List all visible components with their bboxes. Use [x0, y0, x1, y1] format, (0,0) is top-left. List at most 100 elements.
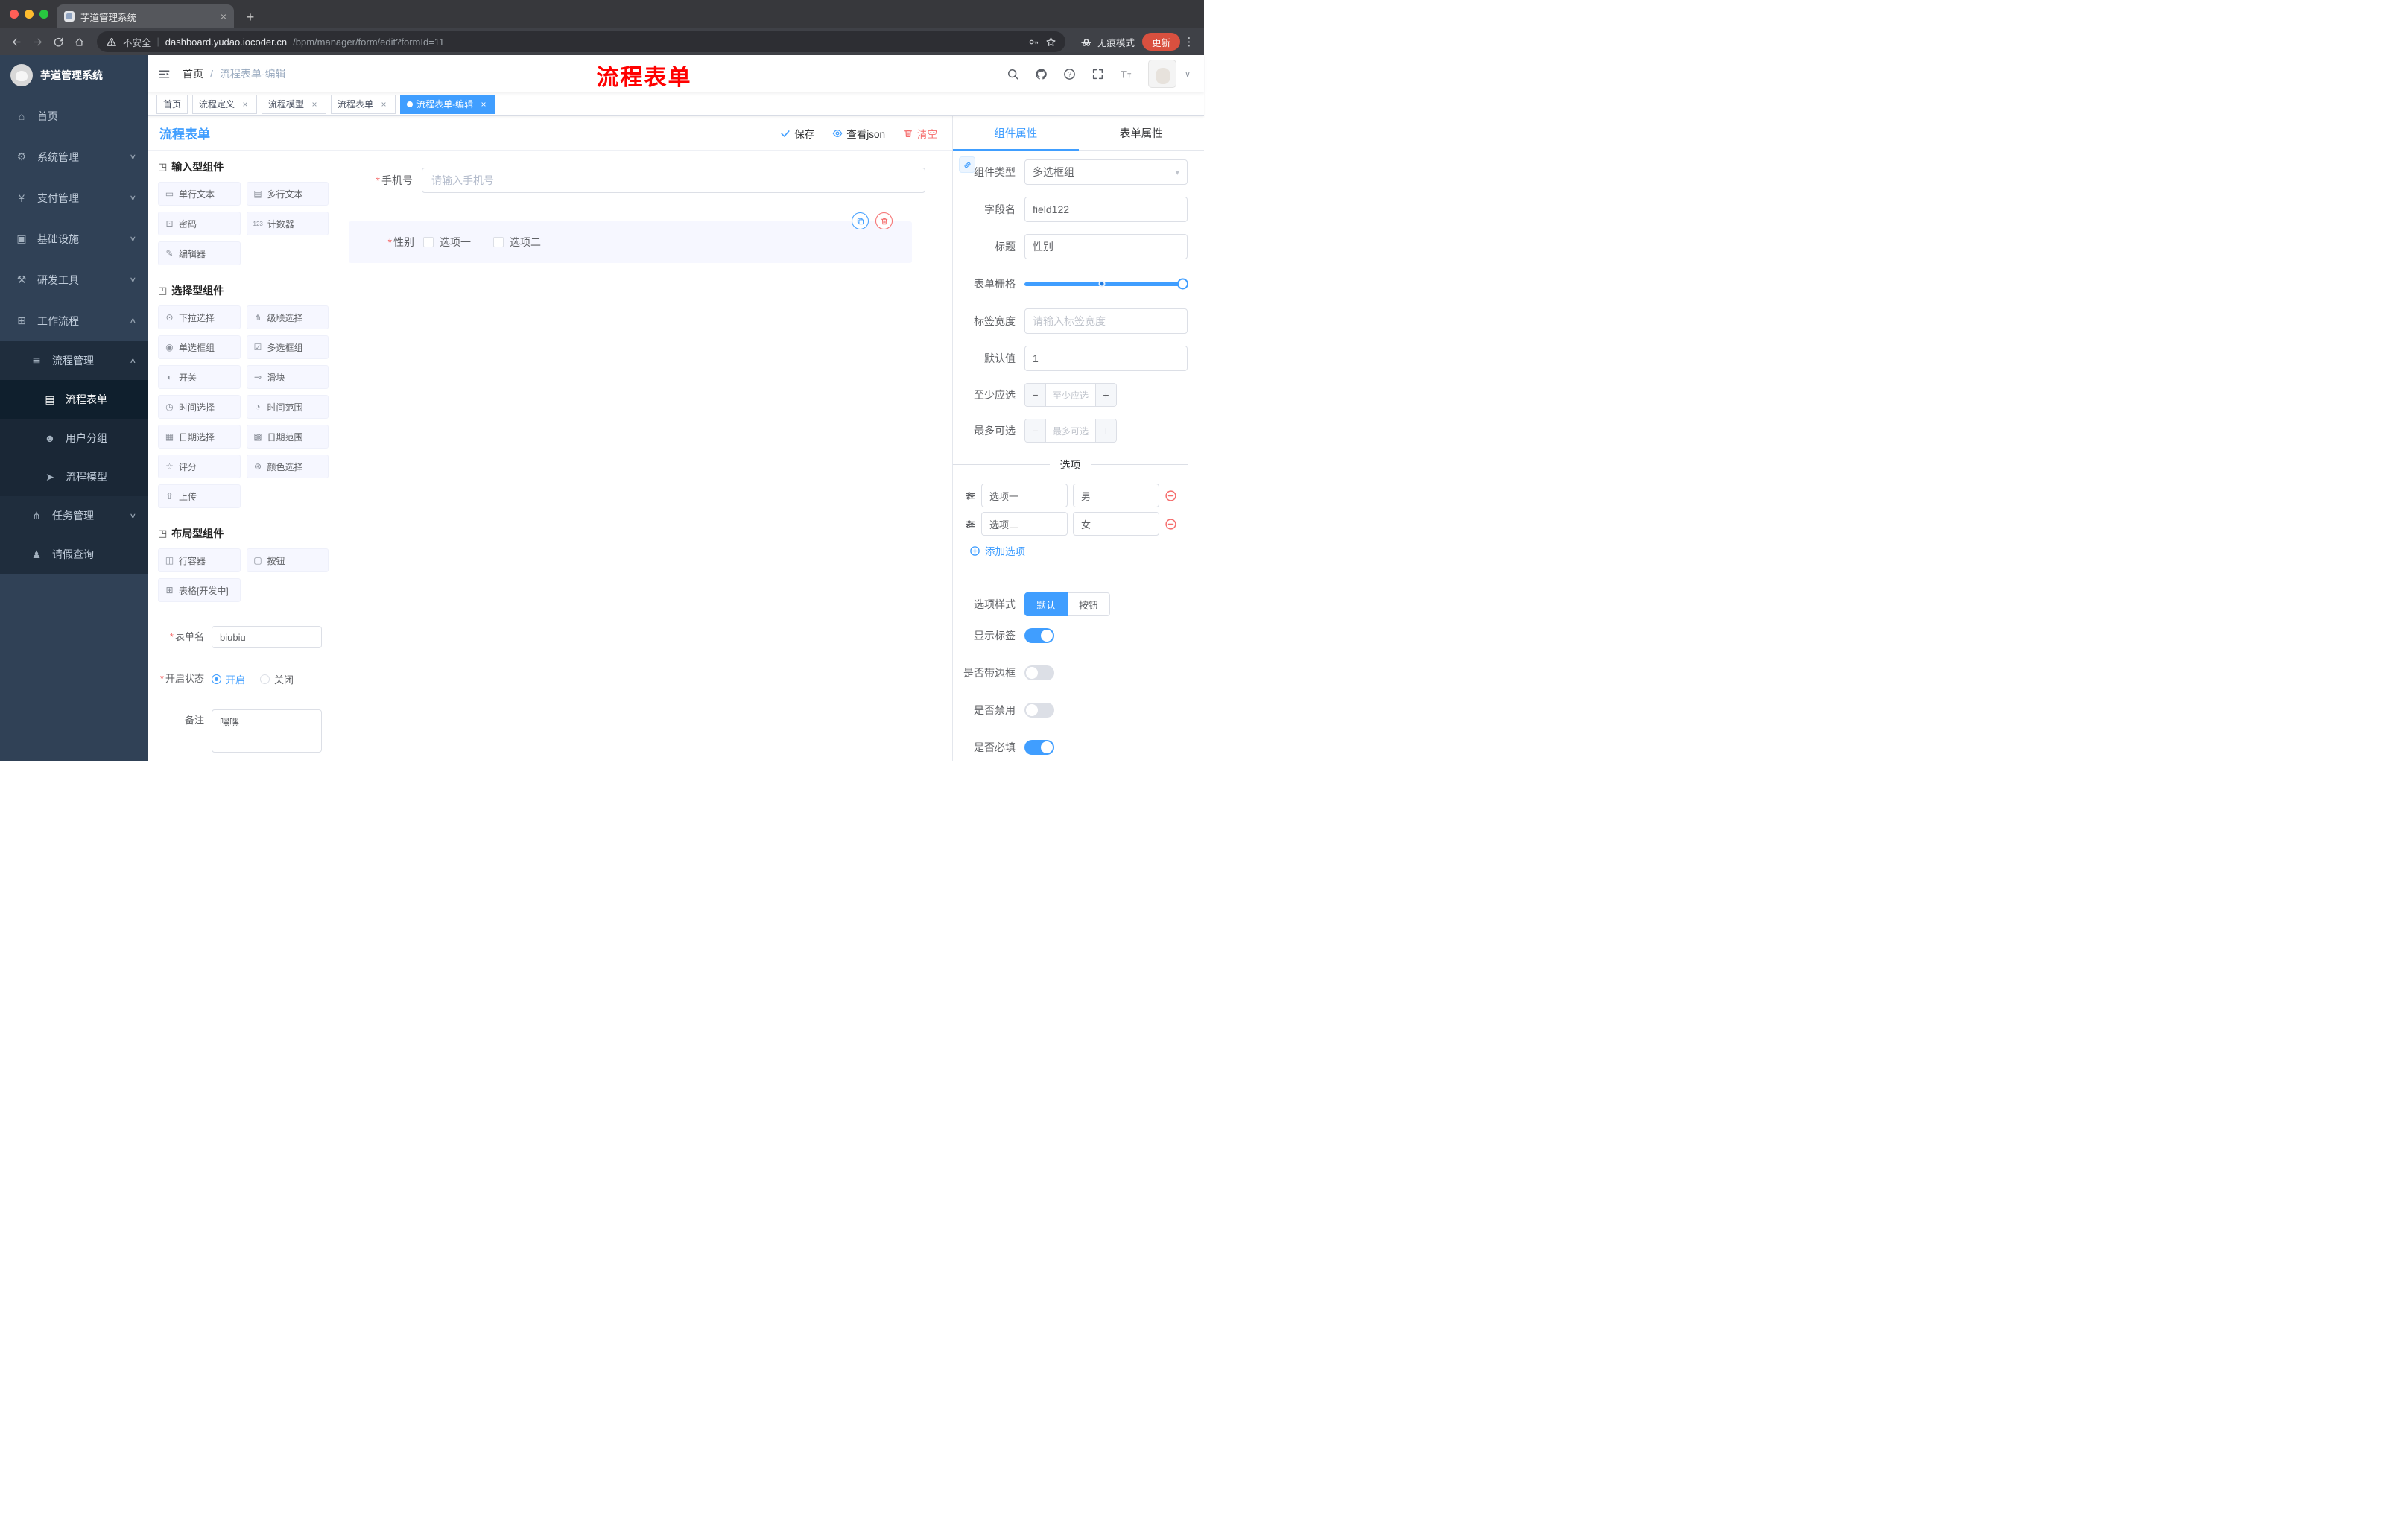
sidebar-item-yen[interactable]: ¥ 支付管理 ∨: [0, 177, 148, 218]
palette-item-checkbox-group[interactable]: ☑ 多选框组: [246, 335, 329, 359]
phone-field-row[interactable]: * 手机号 请输入手机号: [347, 168, 925, 193]
form-remark-textarea[interactable]: 嘿嘿: [212, 709, 322, 753]
palette-item-time-picker[interactable]: ◷ 时间选择: [158, 395, 241, 419]
tab-form-props[interactable]: 表单属性: [1079, 116, 1205, 150]
remove-option-button[interactable]: [1165, 518, 1177, 531]
close-window-button[interactable]: [10, 10, 19, 19]
maximize-window-button[interactable]: [39, 10, 48, 19]
decrease-button[interactable]: −: [1025, 419, 1046, 442]
gender-field-selected-block[interactable]: * 性别 选项一 选项二: [349, 212, 912, 263]
increase-button[interactable]: +: [1095, 384, 1116, 406]
palette-item-rate[interactable]: ☆ 评分: [158, 455, 241, 478]
sidebar-item-task-management[interactable]: ⋔ 任务管理 ∨: [0, 496, 148, 535]
sidebar-item-infrastructure[interactable]: ▣ 基础设施 ∨: [0, 218, 148, 259]
option-drag-icon[interactable]: [965, 519, 976, 530]
bookmark-star-icon[interactable]: [1045, 37, 1056, 48]
remove-option-button[interactable]: [1165, 490, 1177, 502]
toggle-是否禁用[interactable]: [1024, 703, 1054, 718]
title-input[interactable]: 性别: [1024, 234, 1188, 259]
search-icon[interactable]: [1007, 68, 1019, 80]
add-option-button[interactable]: 添加选项: [969, 543, 1188, 558]
palette-item-date-range[interactable]: ▩ 日期范围: [246, 425, 329, 449]
github-icon[interactable]: [1035, 68, 1048, 80]
fullscreen-icon[interactable]: [1091, 68, 1104, 80]
option-value-input[interactable]: 女: [1073, 512, 1159, 536]
checkbox-option-2[interactable]: 选项二: [493, 235, 541, 250]
delete-component-button[interactable]: [875, 212, 893, 229]
sidebar-item-user-group[interactable]: ☻ 用户分组: [0, 419, 148, 457]
save-button[interactable]: 保存: [780, 126, 814, 141]
sidebar-toggle-icon[interactable]: [158, 68, 171, 80]
radio-open[interactable]: 开启: [212, 672, 245, 686]
new-tab-button[interactable]: +: [240, 6, 261, 28]
sidebar-item-leave-query[interactable]: ♟ 请假查询: [0, 535, 148, 574]
tag-流程定义[interactable]: 流程定义 ×: [192, 94, 258, 114]
sidebar-item-workflow[interactable]: ⊞ 工作流程 ∧: [0, 300, 148, 341]
tab-component-props[interactable]: 组件属性: [953, 116, 1079, 151]
font-size-icon[interactable]: TT: [1120, 68, 1132, 80]
label-width-input[interactable]: 请输入标签宽度: [1024, 308, 1188, 334]
palette-item-select[interactable]: ⊙ 下拉选择: [158, 305, 241, 329]
sidebar-item-process-model[interactable]: ➤ 流程模型: [0, 457, 148, 496]
palette-item-date-picker[interactable]: ▦ 日期选择: [158, 425, 241, 449]
minimize-window-button[interactable]: [25, 10, 34, 19]
tag-close-icon[interactable]: ×: [378, 99, 389, 110]
max-select-input[interactable]: 最多可选: [1046, 419, 1095, 442]
palette-item-single-line-text[interactable]: ▭ 单行文本: [158, 182, 241, 206]
form-grid-slider[interactable]: [1024, 271, 1188, 297]
palette-item-slider[interactable]: ⊸ 滑块: [246, 365, 329, 389]
sidebar-item-dev-tools[interactable]: ⚒ 研发工具 ∨: [0, 259, 148, 300]
palette-item-table[interactable]: ⊞ 表格[开发中]: [158, 578, 241, 602]
back-button[interactable]: [6, 31, 27, 52]
sidebar-item-process-management[interactable]: ≣ 流程管理 ∧: [0, 341, 148, 380]
warning-icon[interactable]: [106, 37, 117, 48]
tag-首页[interactable]: 首页: [156, 94, 188, 114]
forward-button[interactable]: [27, 31, 48, 52]
update-button[interactable]: 更新: [1141, 33, 1180, 51]
palette-item-cascader[interactable]: ⋔ 级联选择: [246, 305, 329, 329]
browser-menu-button[interactable]: ⋮: [1180, 35, 1198, 48]
component-type-select[interactable]: 多选框组 ▾: [1024, 159, 1188, 185]
browser-tab[interactable]: 芋道管理系统 ×: [57, 4, 234, 28]
home-button[interactable]: [69, 31, 89, 52]
copy-component-button[interactable]: [852, 212, 869, 229]
palette-item-editor[interactable]: ✎ 编辑器: [158, 241, 241, 265]
option-drag-icon[interactable]: [965, 490, 976, 501]
option-label-input[interactable]: 选项二: [981, 512, 1068, 536]
decrease-button[interactable]: −: [1025, 384, 1046, 406]
breadcrumb-home[interactable]: 首页: [183, 66, 203, 81]
help-icon[interactable]: ?: [1063, 68, 1076, 80]
clear-button[interactable]: 清空: [903, 126, 937, 141]
palette-item-multi-line-text[interactable]: ▤ 多行文本: [246, 182, 329, 206]
palette-item-time-range[interactable]: ◔ 时间范围: [246, 395, 329, 419]
sidebar-item-process-form[interactable]: ▤ 流程表单: [0, 380, 148, 419]
toggle-是否带边框[interactable]: [1024, 665, 1054, 680]
option-value-input[interactable]: 男: [1073, 484, 1159, 507]
tag-流程表单-编辑[interactable]: 流程表单-编辑 ×: [400, 94, 496, 114]
tab-close-icon[interactable]: ×: [221, 10, 226, 22]
user-avatar[interactable]: [1147, 60, 1176, 88]
min-select-input[interactable]: 至少应选: [1046, 384, 1095, 406]
toggle-显示标签[interactable]: [1024, 628, 1054, 643]
tag-流程表单[interactable]: 流程表单 ×: [331, 94, 396, 114]
palette-item-password[interactable]: ⊡ 密码: [158, 212, 241, 235]
address-bar[interactable]: 不安全 | dashboard.yudao.iocoder.cn /bpm/ma…: [97, 31, 1065, 52]
palette-item-color-picker[interactable]: ⊛ 颜色选择: [246, 455, 329, 478]
form-name-input[interactable]: biubiu: [212, 626, 322, 648]
palette-item-button[interactable]: ▢ 按钮: [246, 548, 329, 572]
palette-item-switch[interactable]: ◐ 开关: [158, 365, 241, 389]
palette-item-radio-group[interactable]: ◉ 单选框组: [158, 335, 241, 359]
style-button-button[interactable]: 按钮: [1068, 592, 1111, 616]
option-label-input[interactable]: 选项一: [981, 484, 1068, 507]
default-value-input[interactable]: 1: [1024, 346, 1188, 371]
increase-button[interactable]: +: [1095, 419, 1116, 442]
field-name-input[interactable]: field122: [1024, 197, 1188, 222]
tag-close-icon[interactable]: ×: [478, 99, 489, 110]
sidebar-item-gear[interactable]: ⚙ 系统管理 ∨: [0, 136, 148, 177]
view-json-button[interactable]: 查看json: [832, 126, 885, 141]
toggle-是否必填[interactable]: [1024, 740, 1054, 755]
tag-流程模型[interactable]: 流程模型 ×: [262, 94, 327, 114]
sidebar-item-home[interactable]: ⌂ 首页: [0, 95, 148, 136]
palette-item-upload[interactable]: ⇧ 上传: [158, 484, 241, 508]
palette-item-counter[interactable]: 123 计数器: [246, 212, 329, 235]
